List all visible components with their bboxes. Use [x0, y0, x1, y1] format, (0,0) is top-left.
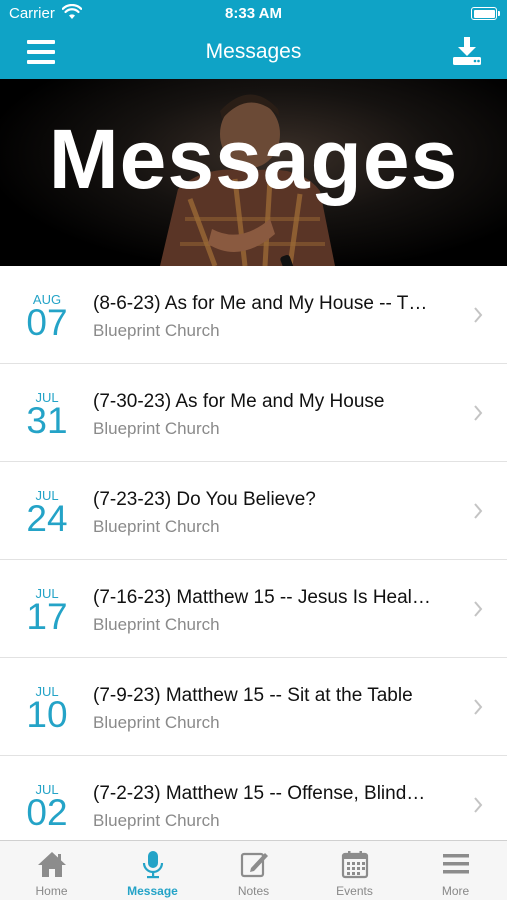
battery-icon [471, 7, 500, 20]
chevron-right-icon [474, 699, 483, 715]
message-list: AUG 07 (8-6-23) As for Me and My House -… [0, 266, 507, 840]
page-title: Messages [205, 40, 302, 63]
list-item[interactable]: AUG 07 (8-6-23) As for Me and My House -… [0, 266, 507, 364]
date-day: 10 [26, 694, 68, 735]
date-day: 07 [26, 302, 68, 343]
tab-more[interactable]: More [405, 841, 506, 901]
tab-label: Message [127, 884, 178, 898]
chevron-right-icon [474, 503, 483, 519]
microphone-icon [142, 851, 164, 879]
nav-bar: Messages [0, 26, 507, 79]
tab-message[interactable]: Message [102, 841, 203, 901]
list-item[interactable]: JUL 24 (7-23-23) Do You Believe? Bluepri… [0, 462, 507, 560]
tab-bar: Home Message Notes Events More [0, 840, 507, 900]
list-item[interactable]: JUL 17 (7-16-23) Matthew 15 -- Jesus Is … [0, 560, 507, 658]
tab-label: Notes [237, 884, 270, 898]
tab-label: Events [336, 884, 373, 898]
message-title: (7-23-23) Do You Believe? [93, 489, 316, 510]
chevron-right-icon [474, 797, 483, 813]
chevron-right-icon [474, 307, 483, 323]
message-title: (7-16-23) Matthew 15 -- Jesus Is Heal… [93, 587, 431, 608]
calendar-icon [341, 851, 369, 879]
message-title: (7-30-23) As for Me and My House [93, 391, 385, 412]
status-bar: Carrier 8:33 AM [0, 0, 507, 26]
status-time: 8:33 AM [225, 5, 282, 22]
message-subtitle: Blueprint Church [93, 713, 220, 732]
date-day: 31 [26, 400, 68, 441]
tab-label: More [441, 884, 470, 898]
message-subtitle: Blueprint Church [93, 811, 220, 830]
message-subtitle: Blueprint Church [93, 615, 220, 634]
tab-events[interactable]: Events [304, 841, 405, 901]
download-icon[interactable] [451, 36, 483, 66]
notes-icon [240, 852, 268, 878]
message-subtitle: Blueprint Church [93, 517, 220, 536]
chevron-right-icon [474, 601, 483, 617]
list-item[interactable]: JUL 31 (7-30-23) As for Me and My House … [0, 364, 507, 462]
message-title: (8-6-23) As for Me and My House -- T… [93, 293, 428, 314]
tab-label: Home [35, 884, 68, 898]
tab-notes[interactable]: Notes [203, 841, 304, 901]
more-menu-icon [443, 854, 469, 874]
date-day: 24 [26, 498, 68, 539]
hero-title: Messages [48, 112, 459, 206]
message-subtitle: Blueprint Church [93, 419, 220, 438]
list-item[interactable]: JUL 02 (7-2-23) Matthew 15 -- Offense, B… [0, 756, 507, 840]
list-item[interactable]: JUL 10 (7-9-23) Matthew 15 -- Sit at the… [0, 658, 507, 756]
message-title: (7-9-23) Matthew 15 -- Sit at the Table [93, 685, 413, 706]
tab-home[interactable]: Home [1, 841, 102, 901]
hero-banner: Messages [0, 79, 507, 266]
home-icon [38, 852, 66, 877]
chevron-right-icon [474, 405, 483, 421]
message-subtitle: Blueprint Church [93, 321, 220, 340]
date-day: 02 [26, 792, 68, 833]
message-title: (7-2-23) Matthew 15 -- Offense, Blind… [93, 783, 426, 804]
date-day: 17 [26, 596, 68, 637]
